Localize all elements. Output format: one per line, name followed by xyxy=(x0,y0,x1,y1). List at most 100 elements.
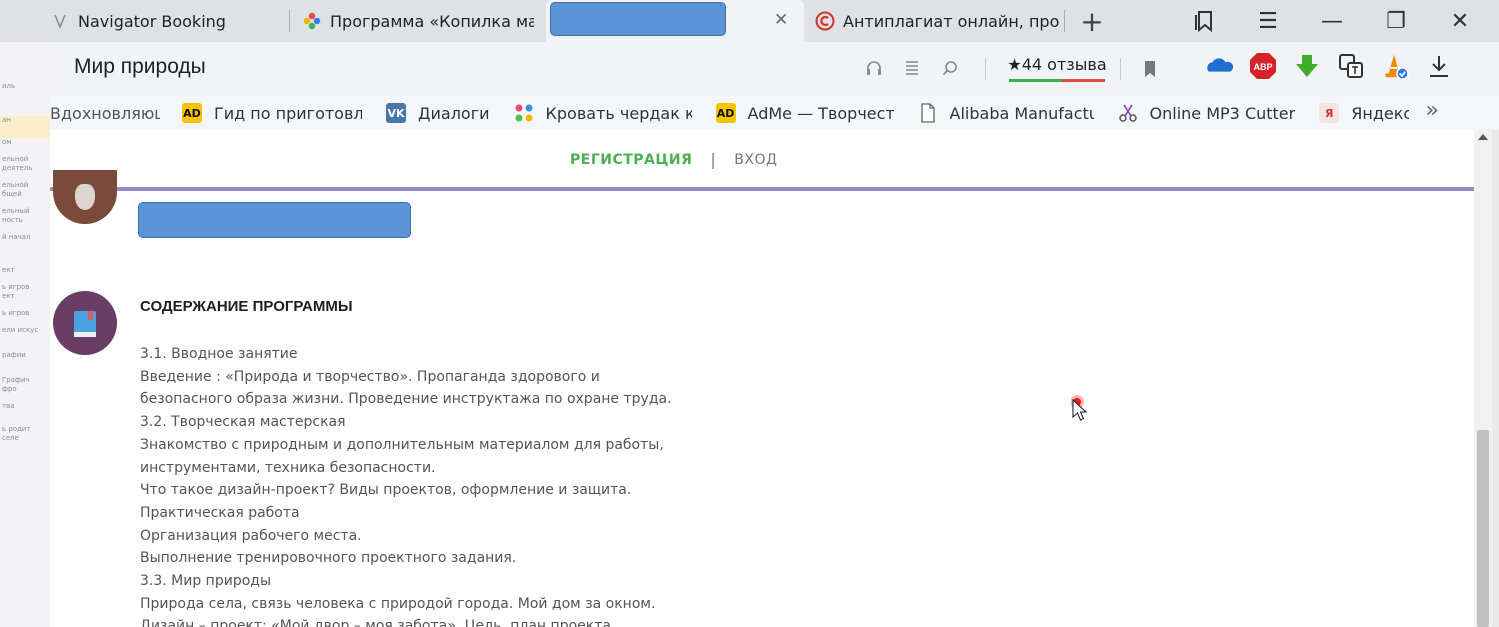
side-panel-item[interactable]: ан xyxy=(0,116,50,138)
side-panel: иль ан ом ельной деятель ельной бщей ель… xyxy=(0,42,50,627)
tab-strip: Navigator Booking Программа «Копилка мас… xyxy=(0,0,1499,42)
address-bar: Мир природы ★44 отзыва ABP xyxy=(50,42,1499,96)
bookmark-label: Online MP3 Cutter xyxy=(1149,103,1296,123)
vlc-icon[interactable] xyxy=(1381,51,1409,81)
bookmark-item[interactable]: Вдохновляющи xyxy=(50,96,160,130)
address-tools xyxy=(862,56,962,80)
book-icon xyxy=(53,291,117,355)
window-edge xyxy=(1492,130,1499,627)
bookmarks-bar: Вдохновляющи AD Гид по приготовле VK Диа… xyxy=(50,96,1499,130)
side-panel-item[interactable]: ом xyxy=(0,138,50,155)
side-panel-item[interactable]: иль xyxy=(0,82,50,99)
text-line: 3.2. Творческая мастерская xyxy=(140,414,346,431)
side-panel-item[interactable]: ельной бщей xyxy=(0,181,50,207)
page-content: РЕГИСТРАЦИЯ | ВХОД СОДЕРЖАНИЕ ПРОГРАММЫ … xyxy=(50,130,1474,627)
divider xyxy=(985,58,986,80)
tab-label: Программа «Копилка мас xyxy=(330,11,534,31)
extensions: ABP xyxy=(1205,51,1453,81)
bookmark-item[interactable]: AD Гид по приготовле xyxy=(182,96,362,130)
side-panel-item[interactable]: Графич фро xyxy=(0,376,50,402)
text-line: Знакомство с природным и дополнительным … xyxy=(140,436,664,453)
bookmark-label: Диалоги xyxy=(418,103,490,123)
scroll-up-arrow-icon[interactable] xyxy=(1478,134,1488,140)
bookmark-item[interactable]: Я Яндекс xyxy=(1319,96,1409,130)
reader-icon[interactable] xyxy=(900,56,924,80)
text-line: инструментами, техника безопасности. xyxy=(140,459,436,476)
download-arrow-icon[interactable] xyxy=(1293,51,1321,81)
text-line: Организация рабочего места. xyxy=(140,527,362,544)
text-line: Что такое дизайн-проект? Виды проектов, … xyxy=(140,482,632,499)
author-avatar xyxy=(53,170,117,224)
text-line: безопасного образа жизни. Проведение инс… xyxy=(140,391,672,408)
bookmark-item[interactable]: Кровать чердак ку xyxy=(514,96,692,130)
text-line: Введение : «Природа и творчество». Пропа… xyxy=(140,368,600,385)
header-divider xyxy=(50,187,1474,191)
yandex-logo-icon: Я xyxy=(1319,103,1340,123)
scissors-icon xyxy=(1118,103,1138,123)
tab-active-redacted[interactable]: ✕ xyxy=(546,0,804,42)
section-title: СОДЕРЖАНИЕ ПРОГРАММЫ xyxy=(140,298,353,315)
section-body: 3.1. Вводное занятие Введение : «Природа… xyxy=(140,343,840,627)
nav-divider: | xyxy=(710,150,717,169)
side-panel-item[interactable]: ельный ность xyxy=(0,207,50,233)
reviews-badge[interactable]: ★44 отзыва xyxy=(1005,52,1109,82)
close-window-button[interactable]: ✕ xyxy=(1440,0,1480,42)
bookmark-label: Alibaba Manufactu xyxy=(949,103,1094,123)
bookmark-stack-icon[interactable] xyxy=(1184,0,1224,42)
divider xyxy=(1120,58,1121,80)
tab-program-kopilka[interactable]: Программа «Копилка мас xyxy=(302,0,534,42)
side-panel-item[interactable]: ь игров xyxy=(0,309,50,326)
text-line: Дизайн – проект: «Мой двор – моя забота»… xyxy=(140,618,616,627)
headphones-icon[interactable] xyxy=(862,56,886,80)
adblock-icon[interactable]: ABP xyxy=(1249,51,1277,81)
text-line: Практическая работа xyxy=(140,504,300,521)
bookmark-item[interactable]: Alibaba Manufactu xyxy=(918,96,1094,130)
new-tab-button[interactable]: + xyxy=(1072,0,1112,42)
text-line: 3.1. Вводное занятие xyxy=(140,346,298,362)
adme-logo-icon: AD xyxy=(182,103,202,123)
tab-antiplagiat[interactable]: Антиплагиат онлайн, про xyxy=(815,0,1065,42)
side-panel-item[interactable]: ели искус xyxy=(0,326,50,343)
avatar-face xyxy=(75,184,95,210)
bookmark-item[interactable]: VK Диалоги xyxy=(386,96,490,130)
side-panel-item[interactable]: ект xyxy=(0,266,50,283)
bookmark-page-icon[interactable] xyxy=(1138,57,1162,81)
redacted-author-name xyxy=(138,202,411,238)
side-panel-item[interactable]: ь родит селе xyxy=(0,425,50,451)
bookmark-item[interactable]: Online MP3 Cutter xyxy=(1118,96,1296,130)
vertical-scrollbar[interactable] xyxy=(1474,130,1492,627)
onedrive-icon[interactable] xyxy=(1205,51,1233,81)
mouse-cursor-icon xyxy=(1070,392,1093,426)
adme-logo-icon: AD xyxy=(715,103,736,123)
tab-navigator-booking[interactable]: Navigator Booking xyxy=(50,0,288,42)
login-link[interactable]: ВХОД xyxy=(734,152,777,168)
page-title[interactable]: Мир природы xyxy=(74,55,206,79)
bookmark-label: Вдохновляющи xyxy=(50,103,160,123)
app-icon xyxy=(50,11,70,31)
side-panel-item[interactable]: тва xyxy=(0,402,50,419)
bookmark-item[interactable]: AD AdMe — Творчест xyxy=(715,96,894,130)
adblock-label: ABP xyxy=(1253,62,1272,72)
bookmarks-overflow-button[interactable]: » xyxy=(1426,96,1439,130)
tab-close-icon[interactable]: ✕ xyxy=(774,10,788,30)
bookmark-label: Гид по приготовле xyxy=(214,103,362,123)
vk-logo-icon: VK xyxy=(386,103,406,123)
side-panel-item[interactable]: ельной деятель xyxy=(0,155,50,181)
side-panel-item[interactable]: рафии xyxy=(0,351,50,368)
tab-divider xyxy=(289,10,290,32)
reviews-label: ★44 отзыва xyxy=(1007,55,1107,74)
minimize-button[interactable]: — xyxy=(1312,0,1352,42)
restore-button[interactable]: ❐ xyxy=(1376,0,1416,42)
translate-icon[interactable] xyxy=(1337,51,1365,81)
menu-button[interactable]: ☰ xyxy=(1248,0,1288,42)
bookmark-label: AdMe — Творчест xyxy=(747,103,894,123)
download-icon[interactable] xyxy=(1425,51,1453,81)
register-link[interactable]: РЕГИСТРАЦИЯ xyxy=(570,152,692,168)
side-panel-item[interactable]: й начал xyxy=(0,233,50,250)
search-icon[interactable] xyxy=(938,56,962,80)
side-panel-item[interactable] xyxy=(0,99,50,116)
bookmark-label: Яндекс xyxy=(1351,103,1410,123)
tab-label: Navigator Booking xyxy=(78,11,226,31)
scroll-thumb[interactable] xyxy=(1477,430,1489,627)
side-panel-item[interactable]: ь игров ект xyxy=(0,283,50,309)
